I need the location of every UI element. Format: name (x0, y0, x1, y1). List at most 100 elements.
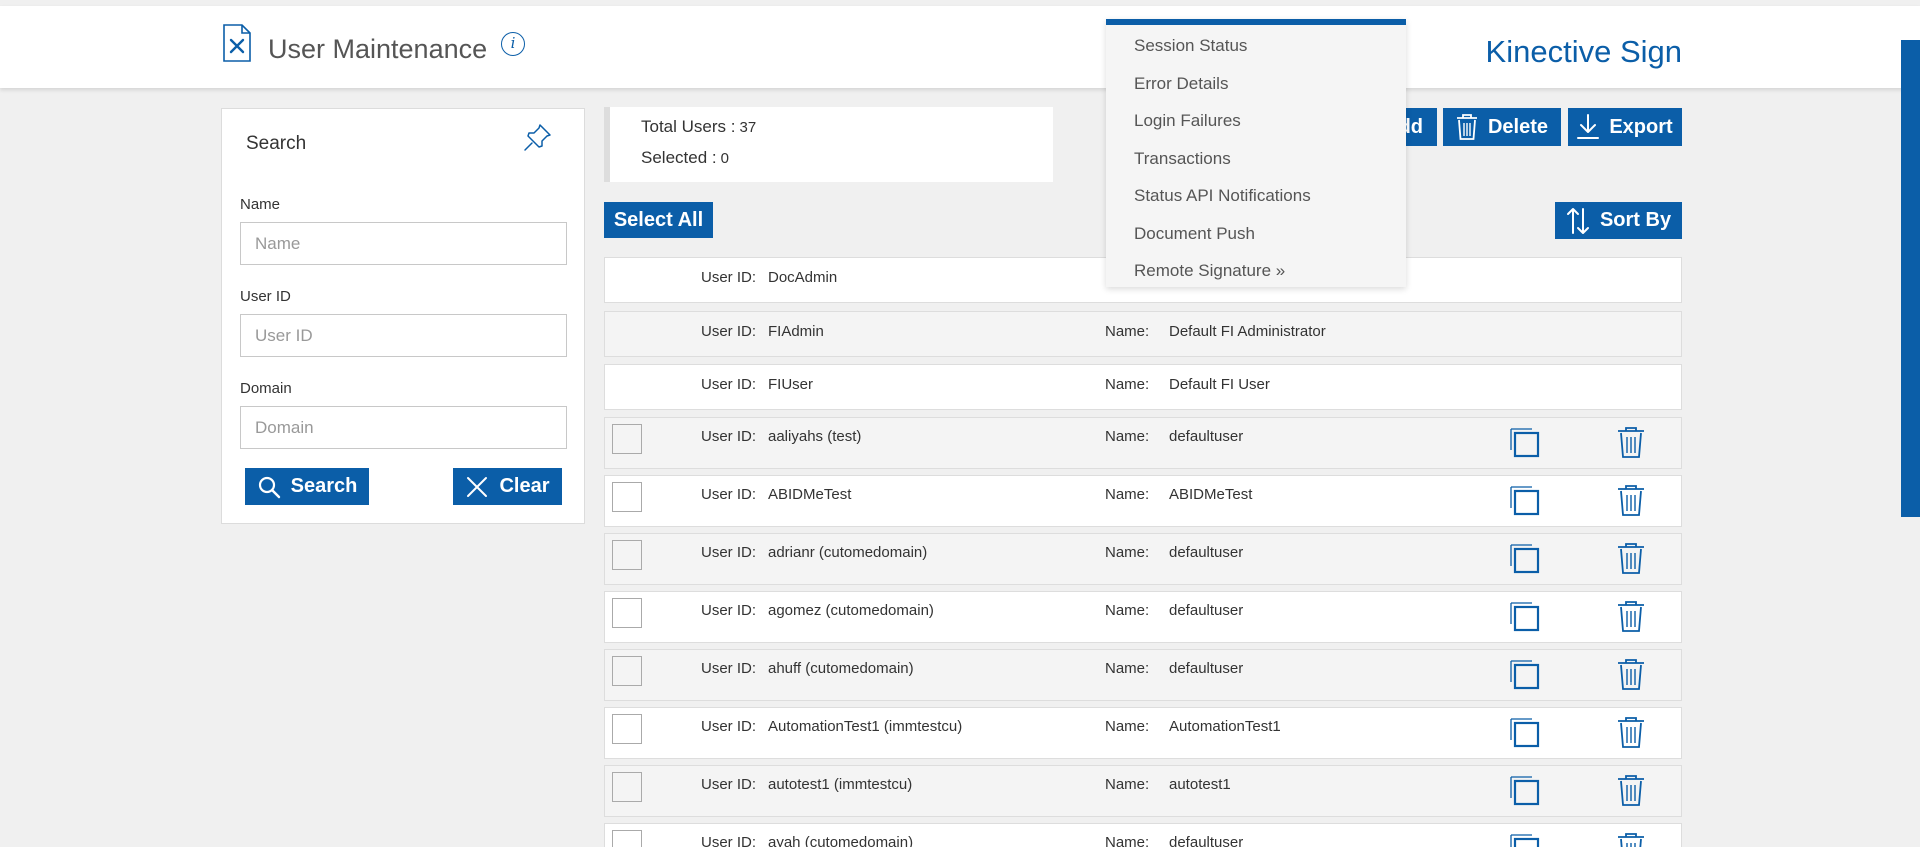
userid-label: User ID: (701, 376, 757, 393)
selected-users-label: Selected : (641, 148, 717, 167)
clear-button-label: Clear (499, 475, 550, 497)
clear-button[interactable]: Clear (453, 468, 562, 505)
copy-icon[interactable] (1508, 658, 1540, 690)
copy-icon[interactable] (1508, 716, 1540, 748)
menu-item-transactions[interactable]: Transactions (1134, 149, 1231, 169)
userid-input[interactable] (240, 314, 567, 357)
user-id-value: FIUser (768, 376, 813, 393)
menu-item-remote-signature[interactable]: Remote Signature » (1134, 261, 1285, 281)
row-checkbox[interactable] (612, 772, 642, 802)
row-checkbox[interactable] (612, 656, 642, 686)
user-row[interactable]: User ID: ahuff (cutomedomain) Name: default… (604, 649, 1682, 701)
user-id-value: aaliyahs (test) (768, 428, 862, 445)
sort-by-button[interactable]: Sort By (1555, 202, 1682, 239)
copy-icon[interactable] (1508, 484, 1540, 516)
close-icon (467, 476, 488, 497)
sort-by-label: Sort By (1599, 209, 1672, 231)
row-checkbox[interactable] (612, 482, 642, 512)
user-row[interactable]: User ID: FIUser Name: Default FI User (604, 364, 1682, 410)
brand-logo-text[interactable]: Kinective Sign (1486, 34, 1682, 70)
search-icon (258, 476, 280, 498)
user-name-value: ABIDMeTest (1169, 486, 1253, 503)
search-panel: Search Name User ID Domain Search Clear (221, 108, 585, 524)
userid-label: User ID (240, 288, 291, 305)
copy-icon[interactable] (1508, 832, 1540, 847)
user-name-value: Default FI User (1169, 376, 1270, 393)
name-label: Name: (1105, 602, 1150, 619)
user-row[interactable]: User ID: ayah (cutomedomain) Name: defaultu… (604, 823, 1682, 847)
name-label: Name: (1105, 776, 1150, 793)
name-input[interactable] (240, 222, 567, 265)
user-id-value: ABIDMeTest (768, 486, 852, 503)
pin-icon[interactable] (522, 121, 554, 153)
user-id-value: DocAdmin (768, 269, 838, 286)
user-id-value: autotest1 (immtestcu) (768, 776, 913, 793)
page-title: User Maintenance (268, 34, 488, 64)
name-label: Name: (1105, 323, 1150, 340)
copy-icon[interactable] (1508, 600, 1540, 632)
total-users-count: 37 (739, 119, 757, 136)
menu-item-login-failures[interactable]: Login Failures (1134, 111, 1241, 131)
selected-users-count: 0 (720, 150, 729, 167)
user-row[interactable]: User ID: autotest1 (immtestcu) Name: autote… (604, 765, 1682, 817)
copy-icon[interactable] (1508, 774, 1540, 806)
delete-button[interactable]: Delete (1443, 108, 1561, 146)
row-checkbox[interactable] (612, 714, 642, 744)
trash-icon[interactable] (1616, 426, 1646, 458)
user-row[interactable]: User ID: ABIDMeTest Name: ABIDMeTest (604, 475, 1682, 527)
domain-label: Domain (240, 380, 292, 397)
user-id-value: FIAdmin (768, 323, 824, 340)
user-row[interactable]: User ID: AutomationTest1 (immtestcu) Name:… (604, 707, 1682, 759)
download-icon (1577, 114, 1600, 139)
trash-icon[interactable] (1616, 832, 1646, 847)
userid-label: User ID: (701, 486, 757, 503)
trash-icon[interactable] (1616, 716, 1646, 748)
row-checkbox[interactable] (612, 540, 642, 570)
copy-icon[interactable] (1508, 426, 1540, 458)
search-button[interactable]: Search (245, 468, 369, 505)
userid-label: User ID: (701, 718, 757, 735)
menu-item-session-status[interactable]: Session Status (1134, 36, 1247, 56)
trash-icon[interactable] (1616, 542, 1646, 574)
select-all-button[interactable]: Select All (604, 202, 713, 238)
selected-users: Selected :0 (641, 148, 729, 168)
userid-label: User ID: (701, 602, 757, 619)
user-row[interactable]: User ID: FIAdmin Name: Default FI Administr… (604, 311, 1682, 357)
page-scrollbar-thumb[interactable] (1901, 40, 1920, 517)
user-name-value: AutomationTest1 (1169, 718, 1281, 735)
trash-icon[interactable] (1616, 658, 1646, 690)
row-checkbox[interactable] (612, 598, 642, 628)
user-name-value: autotest1 (1169, 776, 1231, 793)
trash-icon[interactable] (1616, 600, 1646, 632)
menu-item-document-push[interactable]: Document Push (1134, 224, 1255, 244)
export-button-label: Export (1609, 115, 1673, 138)
user-maintenance-icon (223, 24, 251, 62)
user-summary: Total Users :37 Selected :0 (604, 107, 1053, 182)
name-label: Name: (1105, 486, 1150, 503)
user-id-value: ayah (cutomedomain) (768, 834, 914, 847)
info-icon[interactable]: i (501, 32, 525, 56)
select-all-label: Select All (613, 208, 704, 231)
user-id-value: agomez (cutomedomain) (768, 602, 934, 619)
copy-icon[interactable] (1508, 542, 1540, 574)
menu-item-status-api-notifications[interactable]: Status API Notifications (1134, 186, 1311, 206)
row-checkbox[interactable] (612, 830, 642, 847)
user-id-value: ahuff (cutomedomain) (768, 660, 914, 677)
user-name-value: defaultuser (1169, 660, 1244, 677)
name-label: Name: (1105, 544, 1150, 561)
user-row[interactable]: User ID: agomez (cutomedomain) Name: defaul… (604, 591, 1682, 643)
userid-label: User ID: (701, 776, 757, 793)
menu-item-error-details[interactable]: Error Details (1134, 74, 1228, 94)
delete-button-label: Delete (1487, 115, 1549, 138)
user-name-value: defaultuser (1169, 544, 1244, 561)
user-id-value: AutomationTest1 (immtestcu) (768, 718, 963, 735)
export-button[interactable]: Export (1568, 108, 1682, 146)
trash-icon[interactable] (1616, 774, 1646, 806)
user-row[interactable]: User ID: aaliyahs (test) Name: defaultuser (604, 417, 1682, 469)
user-row[interactable]: User ID: adrianr (cutomedomain) Name: defau… (604, 533, 1682, 585)
userid-label: User ID: (701, 323, 757, 340)
trash-icon[interactable] (1616, 484, 1646, 516)
row-checkbox[interactable] (612, 424, 642, 454)
domain-input[interactable] (240, 406, 567, 449)
trash-icon (1456, 114, 1477, 140)
